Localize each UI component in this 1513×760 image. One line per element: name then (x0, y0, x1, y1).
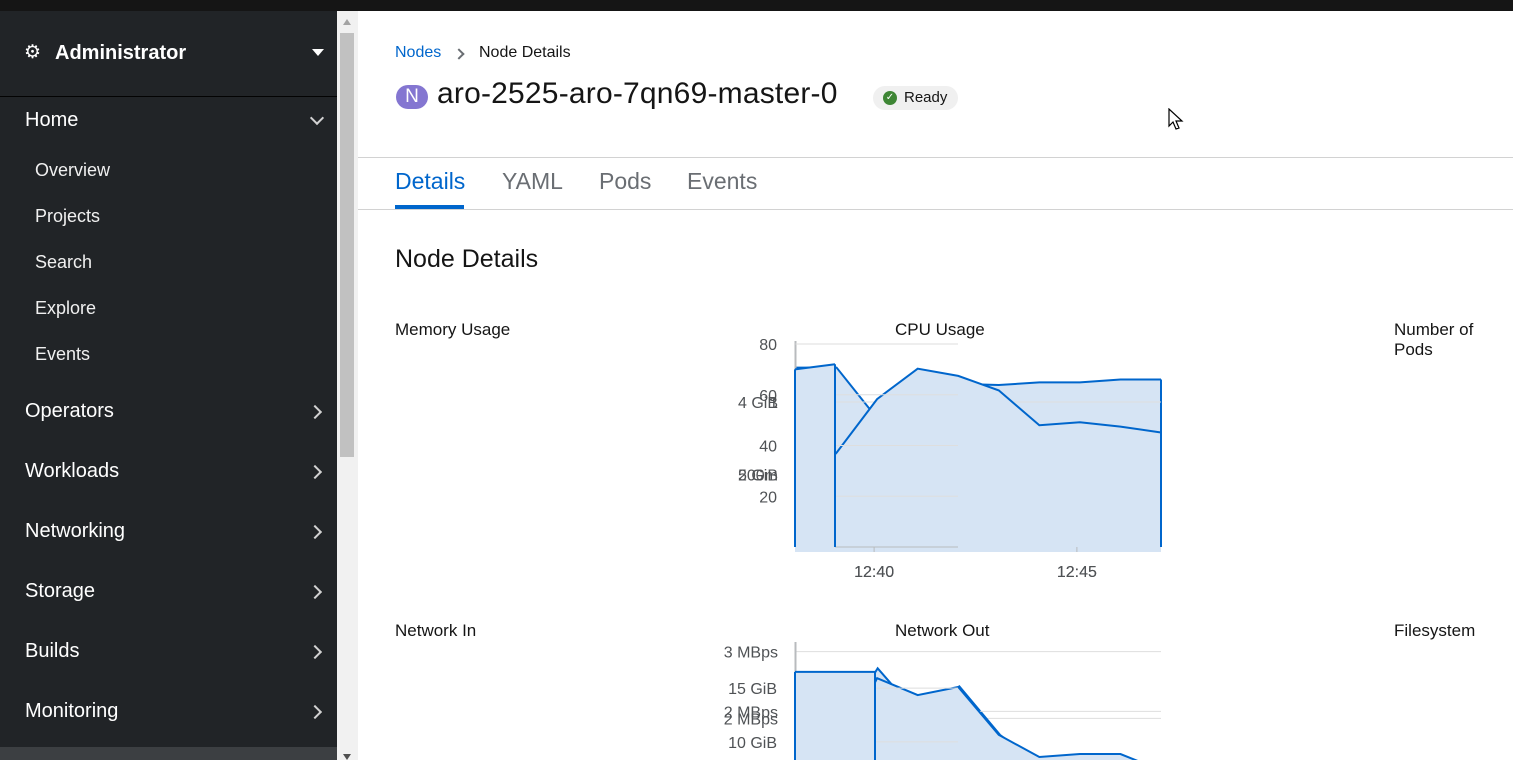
node-resource-badge: N (396, 85, 428, 109)
tab-pods[interactable]: Pods (599, 168, 651, 195)
perspective-switcher[interactable]: ⚙ Administrator (0, 11, 337, 97)
network-out-title: Network Out (895, 621, 990, 640)
scroll-down-icon[interactable] (343, 754, 351, 760)
header-divider (358, 157, 1513, 158)
chevron-right-icon (307, 644, 323, 660)
y-tick-label: 10 GiB (728, 735, 777, 752)
nav-section-label: Builds (25, 640, 80, 662)
nav-section-builds[interactable]: Builds (0, 630, 337, 674)
nav-section-label: Operators (25, 400, 114, 422)
breadcrumb-nodes-link[interactable]: Nodes (395, 44, 441, 62)
nav-item-overview[interactable]: Overview (35, 160, 110, 181)
y-tick-label: 60 (759, 388, 777, 405)
nav-item-search[interactable]: Search (35, 252, 92, 273)
breadcrumb-current: Node Details (479, 44, 571, 61)
tabs-divider (358, 209, 1513, 210)
nav-item-explore[interactable]: Explore (35, 298, 96, 319)
tab-details[interactable]: Details (395, 168, 465, 195)
sidebar: ⚙ Administrator Home Overview Projects S… (0, 11, 337, 760)
chevron-right-icon (307, 584, 323, 600)
series-area (795, 364, 835, 552)
scroll-up-icon[interactable] (343, 19, 351, 25)
nav-section-label: Networking (25, 520, 126, 542)
x-tick-label: 12:45 (1057, 564, 1097, 581)
cogs-icon: ⚙ (24, 42, 42, 63)
y-tick-label: 2 MBps (724, 704, 778, 721)
chevron-right-icon (453, 48, 465, 60)
nav-section-workloads[interactable]: Workloads (0, 450, 337, 494)
chevron-right-icon (307, 524, 323, 540)
cpu-usage-chart[interactable]: 500m112:40 12:45 (738, 341, 1348, 601)
filesystem-title: Filesystem (1394, 621, 1476, 640)
tab-yaml[interactable]: YAML (502, 168, 563, 195)
y-tick-label: 40 (759, 439, 777, 456)
nav-section-storage[interactable]: Storage (0, 570, 337, 614)
mouse-cursor-icon (1168, 108, 1184, 130)
nav-section-networking[interactable]: Networking (0, 510, 337, 554)
nav-section-partial[interactable] (0, 747, 337, 760)
nav-section-label: Storage (25, 580, 96, 602)
nav-item-projects[interactable]: Projects (35, 206, 100, 227)
status-badge: ✓ Ready (873, 86, 958, 110)
section-title: Node Details (395, 245, 539, 273)
memory-usage-chart[interactable]: 2 GiB4 GiB12:40 12:45 (388, 341, 1162, 601)
main-content: Nodes Node Details N aro-2525-aro-7qn69-… (358, 11, 1513, 760)
y-tick-label: 15 GiB (728, 681, 777, 698)
pods-count-chart[interactable]: 204060801 (759, 337, 1513, 601)
y-tick-label: 500m (738, 468, 778, 485)
check-circle-icon: ✓ (883, 91, 897, 105)
network-in-title: Network In (395, 621, 477, 640)
x-tick-label: 12:40 (854, 564, 894, 581)
nav-section-home[interactable]: Home (0, 99, 337, 143)
scrollbar-thumb[interactable] (340, 33, 354, 457)
masthead-bar (0, 0, 1513, 11)
sidebar-scrollbar[interactable] (337, 11, 359, 760)
y-tick-label: 20 (759, 489, 777, 506)
nav-section-monitoring[interactable]: Monitoring (0, 690, 337, 734)
page-title: aro-2525-aro-7qn69-master-0 (437, 77, 838, 110)
chevron-down-icon (309, 110, 325, 126)
nav-section-label: Home (25, 109, 79, 131)
chevron-right-icon (307, 704, 323, 720)
y-tick-label: 80 (759, 337, 777, 354)
memory-usage-title: Memory Usage (395, 320, 511, 339)
nav-section-label: Monitoring (25, 700, 119, 722)
network-in-chart[interactable]: 2 MBps 3 MBps (388, 642, 1161, 760)
filesystem-chart[interactable]: 10 GiB 15 GiB (728, 642, 1513, 760)
perspective-label: Administrator (55, 42, 187, 64)
chevron-right-icon (307, 464, 323, 480)
chevron-right-icon (307, 404, 323, 420)
nav-item-events[interactable]: Events (35, 344, 90, 365)
status-text: Ready (904, 89, 948, 106)
nav-section-operators[interactable]: Operators (0, 390, 337, 434)
tab-events[interactable]: Events (687, 168, 757, 195)
cpu-usage-title: CPU Usage (895, 320, 985, 339)
y-tick-label: 3 MBps (724, 645, 778, 662)
network-out-chart[interactable]: 2 MBps (724, 642, 1348, 760)
nav-section-label: Workloads (25, 460, 120, 482)
series-area (795, 671, 875, 760)
caret-down-icon (312, 49, 324, 56)
